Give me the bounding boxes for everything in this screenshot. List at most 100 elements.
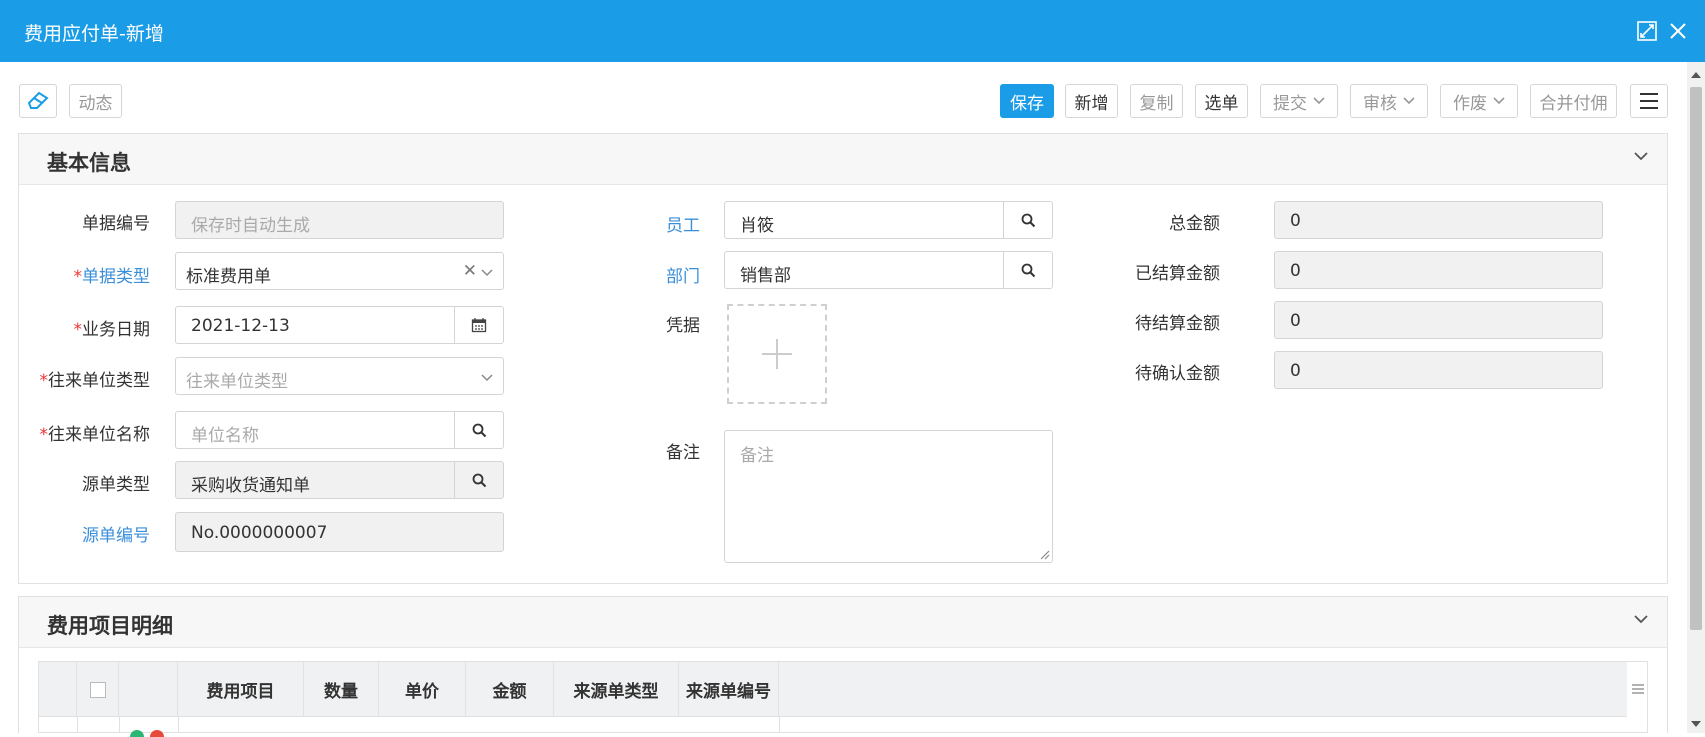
select-all-checkbox[interactable] xyxy=(89,681,106,698)
employee-search-button[interactable] xyxy=(1003,202,1052,238)
expense-grid: 费用项目 数量 单价 金额 来源单类型 来源单编号 xyxy=(38,661,1648,737)
settled-amount-value: 0 xyxy=(1290,261,1301,281)
employee-value: 肖筱 xyxy=(740,216,774,236)
delete-row-icon[interactable] xyxy=(149,729,165,737)
row-divider xyxy=(77,717,78,733)
to-confirm-amount-value: 0 xyxy=(1290,361,1301,381)
col-unit-price[interactable]: 单价 xyxy=(379,662,466,717)
scroll-down-arrow-icon[interactable] xyxy=(1691,720,1701,728)
biz-date-label-text: 业务日期 xyxy=(82,320,150,340)
required-mark: * xyxy=(39,371,49,391)
void-dropdown[interactable]: 作废 xyxy=(1440,84,1518,118)
doc-no-label: 单据编号 xyxy=(20,209,150,234)
basic-info-title: 基本信息 xyxy=(47,151,131,175)
select-all-cell xyxy=(77,662,119,717)
remark-textarea[interactable]: 备注 xyxy=(724,430,1053,563)
source-type-field[interactable]: 采购收货通知单 xyxy=(175,461,504,499)
void-label: 作废 xyxy=(1453,93,1487,114)
source-type-label-text: 源单类型 xyxy=(82,475,150,495)
doc-type-value: 标准费用单 xyxy=(186,267,271,287)
source-type-value: 采购收货通知单 xyxy=(191,476,310,496)
add-row-icon[interactable] xyxy=(129,729,145,737)
search-icon xyxy=(1021,213,1035,227)
eraser-icon xyxy=(27,91,49,109)
column-menu-icon[interactable] xyxy=(1631,683,1645,695)
source-no-field: No.0000000007 xyxy=(175,512,504,552)
biz-date-field[interactable]: 2021-12-13 xyxy=(175,306,504,344)
scroll-up-arrow-icon[interactable] xyxy=(1691,71,1701,79)
expense-detail-header[interactable]: 费用项目明细 xyxy=(19,597,1667,648)
to-settle-amount-label: 待结算金额 xyxy=(1135,314,1220,334)
col-source-no[interactable]: 来源单编号 xyxy=(679,662,779,717)
total-amount-field: 0 xyxy=(1274,201,1603,239)
to-confirm-amount-label: 待确认金额 xyxy=(1135,364,1220,384)
close-icon[interactable] xyxy=(1666,19,1690,43)
doc-no-label-text: 单据编号 xyxy=(82,214,150,234)
eraser-button[interactable] xyxy=(19,84,57,118)
source-no-value: No.0000000007 xyxy=(191,523,328,543)
partner-type-placeholder: 往来单位类型 xyxy=(186,372,288,392)
row-number-header xyxy=(39,662,77,717)
doc-type-select[interactable]: 标准费用单 ✕ xyxy=(175,252,504,290)
voucher-upload[interactable] xyxy=(727,304,827,404)
department-value: 销售部 xyxy=(740,266,791,286)
chevron-down-icon[interactable] xyxy=(481,371,493,383)
department-label[interactable]: 部门 xyxy=(640,262,700,287)
required-mark: * xyxy=(73,267,83,287)
partner-name-label-text: 往来单位名称 xyxy=(48,425,150,445)
col-source-type[interactable]: 来源单类型 xyxy=(554,662,679,717)
grid-header-row: 费用项目 数量 单价 金额 来源单类型 来源单编号 xyxy=(39,662,1627,717)
copy-button[interactable]: 复制 xyxy=(1130,84,1183,118)
source-no-label-text[interactable]: 源单编号 xyxy=(82,526,150,546)
menu-button[interactable] xyxy=(1630,84,1668,118)
collapse-chevron-icon[interactable] xyxy=(1633,611,1649,627)
doc-type-label: *单据类型 xyxy=(20,262,151,287)
search-icon xyxy=(472,473,486,487)
row-divider xyxy=(178,717,179,733)
required-mark: * xyxy=(73,320,83,340)
employee-field[interactable]: 肖筱 xyxy=(724,201,1053,239)
biz-date-value: 2021-12-13 xyxy=(191,316,290,336)
window-title: 费用应付单-新增 xyxy=(24,23,164,45)
merge-pay-button[interactable]: 合并付佣 xyxy=(1530,84,1617,118)
collapse-chevron-icon[interactable] xyxy=(1633,148,1649,164)
row-action-header xyxy=(119,662,178,717)
date-picker-button[interactable] xyxy=(454,307,503,343)
biz-date-label: *业务日期 xyxy=(20,315,151,340)
department-search-button[interactable] xyxy=(1003,252,1052,288)
resize-handle-icon[interactable] xyxy=(1038,548,1050,560)
dynamic-button[interactable]: 动态 xyxy=(69,84,122,118)
to-confirm-amount-field: 0 xyxy=(1274,351,1603,389)
doc-type-label-text: 单据类型 xyxy=(82,267,150,287)
basic-info-header[interactable]: 基本信息 xyxy=(19,134,1667,185)
scrollbar-thumb[interactable] xyxy=(1690,87,1702,630)
partner-type-select[interactable]: 往来单位类型 xyxy=(175,357,504,395)
new-button[interactable]: 新增 xyxy=(1065,84,1118,118)
col-amount[interactable]: 金额 xyxy=(466,662,554,717)
employee-label[interactable]: 员工 xyxy=(640,211,700,236)
vertical-scrollbar[interactable] xyxy=(1687,62,1705,733)
hamburger-menu-icon xyxy=(1640,93,1658,109)
col-quantity[interactable]: 数量 xyxy=(304,662,379,717)
remark-label: 备注 xyxy=(666,443,700,463)
source-no-label[interactable]: 源单编号 xyxy=(20,521,150,546)
audit-label: 审核 xyxy=(1363,93,1397,114)
clear-icon[interactable]: ✕ xyxy=(463,261,477,281)
table-row xyxy=(39,717,1627,737)
select-doc-button[interactable]: 选单 xyxy=(1195,84,1248,118)
source-type-label: 源单类型 xyxy=(20,470,150,495)
required-mark: * xyxy=(39,425,49,445)
partner-name-field[interactable]: 单位名称 xyxy=(175,411,504,449)
maximize-icon[interactable] xyxy=(1635,19,1659,43)
submit-dropdown[interactable]: 提交 xyxy=(1260,84,1338,118)
chevron-down-icon[interactable] xyxy=(481,266,493,278)
calendar-icon xyxy=(471,318,487,333)
department-field[interactable]: 销售部 xyxy=(724,251,1053,289)
source-type-search-button[interactable] xyxy=(454,462,503,498)
save-button[interactable]: 保存 xyxy=(1000,84,1054,118)
col-expense-item[interactable]: 费用项目 xyxy=(178,662,304,717)
row-divider xyxy=(779,717,780,733)
partner-type-label-text: 往来单位类型 xyxy=(48,371,150,391)
partner-search-button[interactable] xyxy=(454,412,503,448)
audit-dropdown[interactable]: 审核 xyxy=(1350,84,1428,118)
